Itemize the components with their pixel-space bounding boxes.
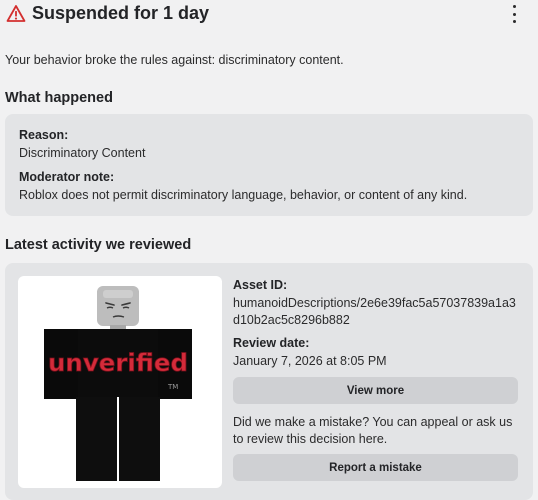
violation-summary: Your behavior broke the rules against: d…	[5, 53, 344, 67]
review-date-label: Review date:	[233, 336, 310, 350]
view-more-button[interactable]: View more	[233, 377, 518, 404]
avatar-shirt-text: unverified	[48, 349, 188, 377]
latest-activity-card: unverified TM Asset ID: humanoidDescript…	[5, 263, 533, 500]
asset-id-value-line-1: humanoidDescriptions/2e6e39fac5a57037839…	[233, 296, 516, 310]
latest-activity-heading: Latest activity we reviewed	[5, 237, 192, 253]
asset-id-value-line-2: d10b2ac5c8296b882	[233, 313, 350, 327]
appeal-text-line-2: to review this decision here.	[233, 432, 388, 446]
avatar-thumbnail: unverified TM	[18, 276, 222, 488]
page-title: Suspended for 1 day	[32, 3, 210, 23]
appeal-text-line-1: Did we make a mistake? You can appeal or…	[233, 415, 513, 429]
kebab-menu-icon[interactable]	[506, 5, 522, 23]
suspension-notice-page: Suspended for 1 day Your behavior broke …	[0, 0, 538, 500]
asset-id-label: Asset ID:	[233, 278, 288, 292]
moderator-note-label: Moderator note:	[19, 170, 115, 184]
reason-value: Discriminatory Content	[19, 146, 146, 160]
avatar-image: unverified TM	[44, 286, 192, 481]
review-date-value: January 7, 2026 at 8:05 PM	[233, 354, 387, 368]
moderator-note-value: Roblox does not permit discriminatory la…	[19, 188, 468, 202]
reason-label: Reason:	[19, 128, 69, 142]
what-happened-heading: What happened	[5, 90, 113, 106]
what-happened-card: Reason: Discriminatory Content Moderator…	[5, 114, 533, 216]
header: Suspended for 1 day	[0, 0, 538, 30]
report-mistake-button[interactable]: Report a mistake	[233, 454, 518, 481]
avatar-trademark: TM	[167, 383, 178, 391]
warning-triangle-icon	[6, 5, 26, 22]
